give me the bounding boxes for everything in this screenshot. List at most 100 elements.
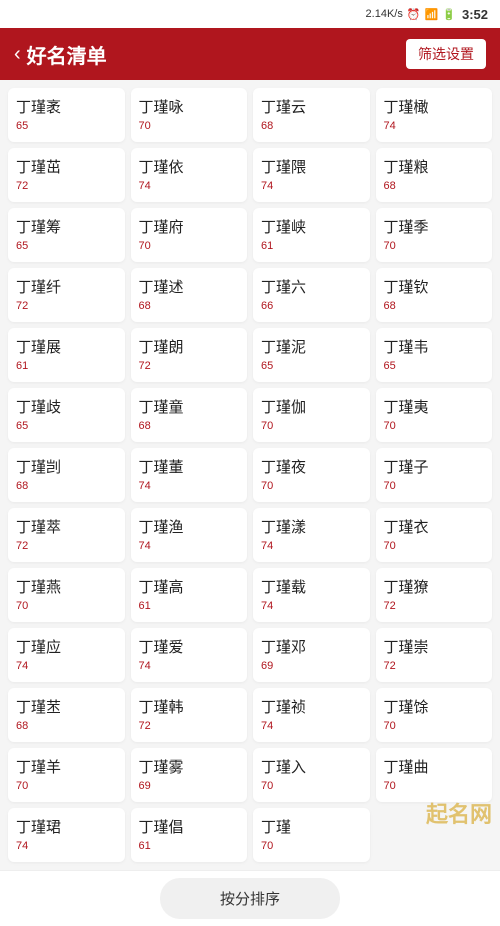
list-item[interactable]: 丁瑾季 70 (376, 208, 493, 262)
name-score: 65 (261, 360, 273, 372)
filter-settings-button[interactable]: 筛选设置 (406, 39, 486, 69)
name-score: 61 (139, 600, 151, 612)
name-text: 丁瑾咏 (139, 98, 184, 118)
list-item[interactable]: 丁瑾童68 (131, 388, 248, 442)
list-item[interactable]: 丁瑾夜70 (253, 448, 370, 502)
name-score: 70 (384, 240, 396, 252)
list-item[interactable]: 丁瑾衣70 (376, 508, 493, 562)
list-item[interactable]: 丁瑾邓69 (253, 628, 370, 682)
list-item[interactable]: 丁瑾云68 (253, 88, 370, 142)
list-item[interactable]: 丁瑾子70 (376, 448, 493, 502)
name-score: 74 (261, 180, 273, 192)
list-item[interactable]: 丁瑾韩72 (131, 688, 248, 742)
list-item[interactable]: 丁瑾夷70 (376, 388, 493, 442)
name-text: 丁瑾隈 (261, 158, 306, 178)
list-item[interactable]: 丁瑾述68 (131, 268, 248, 322)
list-item[interactable]: 丁瑾獠72 (376, 568, 493, 622)
list-item[interactable]: 丁瑾倡61 (131, 808, 248, 862)
name-score: 72 (139, 720, 151, 732)
name-score: 70 (139, 240, 151, 252)
name-text: 丁瑾苤 (16, 698, 61, 718)
page-title: 好名清单 (27, 40, 107, 69)
list-item[interactable]: 丁瑾曲70 (376, 748, 493, 802)
list-item[interactable]: 丁瑾高61 (131, 568, 248, 622)
list-item[interactable]: 丁瑾伽70 (253, 388, 370, 442)
list-item[interactable]: 丁瑾纤72 (8, 268, 125, 322)
name-text: 丁瑾雾 (139, 758, 184, 778)
sort-button[interactable]: 按分排序 (160, 878, 340, 919)
list-item[interactable]: 丁瑾歧65 (8, 388, 125, 442)
list-item[interactable]: 丁瑾筹 65 (8, 208, 125, 262)
list-item[interactable]: 丁瑾茁72 (8, 148, 125, 202)
name-text: 丁瑾朗 (139, 338, 184, 358)
list-item[interactable]: 丁瑾韦65 (376, 328, 493, 382)
status-bar: 2.14K/s ⏰ 📶 🔋 3:52 (0, 0, 500, 28)
list-item[interactable]: 丁瑾萃72 (8, 508, 125, 562)
speed-text: 2.14K/s (366, 8, 403, 20)
list-item[interactable]: 丁瑾爱 74 (131, 628, 248, 682)
list-item[interactable]: 丁瑾展61 (8, 328, 125, 382)
time-display: 3:52 (462, 7, 488, 22)
list-item[interactable]: 丁瑾应74 (8, 628, 125, 682)
list-item[interactable]: 丁瑾羊70 (8, 748, 125, 802)
name-text: 丁瑾剀 (16, 458, 61, 478)
list-item[interactable]: 丁瑾隈 74 (253, 148, 370, 202)
name-text: 丁瑾倡 (139, 818, 184, 838)
list-item[interactable]: 丁瑾珺74 (8, 808, 125, 862)
list-item[interactable]: 丁瑾府70 (131, 208, 248, 262)
list-item[interactable]: 丁瑾钦68 (376, 268, 493, 322)
name-text: 丁瑾筹 (16, 218, 61, 238)
name-text: 丁瑾渔 (139, 518, 184, 538)
list-item[interactable]: 丁瑾漾74 (253, 508, 370, 562)
name-text: 丁瑾入 (261, 758, 306, 778)
list-item[interactable]: 丁瑾70 (253, 808, 370, 862)
name-score: 70 (384, 480, 396, 492)
name-text: 丁瑾燕 (16, 578, 61, 598)
list-item[interactable]: 丁瑾董74 (131, 448, 248, 502)
name-score: 68 (16, 720, 28, 732)
name-text: 丁瑾祯 (261, 698, 306, 718)
list-item[interactable]: 丁瑾粮68 (376, 148, 493, 202)
list-item[interactable]: 丁瑾六66 (253, 268, 370, 322)
back-button[interactable]: ‹ (14, 43, 21, 66)
list-item[interactable]: 丁瑾依74 (131, 148, 248, 202)
list-item[interactable]: 丁瑾峡61 (253, 208, 370, 262)
name-text: 丁瑾邓 (261, 638, 306, 658)
list-item[interactable]: 丁瑾橄74 (376, 88, 493, 142)
list-item[interactable]: 丁瑾泥 65 (253, 328, 370, 382)
list-item[interactable]: 丁瑾剀 68 (8, 448, 125, 502)
name-score: 65 (16, 120, 28, 132)
name-text: 丁瑾爱 (139, 638, 184, 658)
name-score: 74 (261, 600, 273, 612)
list-item[interactable]: 丁瑾馀70 (376, 688, 493, 742)
name-score: 65 (16, 420, 28, 432)
header: ‹ 好名清单 筛选设置 (0, 28, 500, 80)
list-item[interactable]: 丁瑾渔74 (131, 508, 248, 562)
list-item[interactable]: 丁瑾苤 68 (8, 688, 125, 742)
name-score: 68 (139, 420, 151, 432)
name-score: 65 (16, 240, 28, 252)
list-item[interactable]: 丁瑾咏 70 (131, 88, 248, 142)
name-text: 丁瑾季 (384, 218, 429, 238)
list-item[interactable]: 丁瑾袤65 (8, 88, 125, 142)
name-score: 72 (16, 180, 28, 192)
list-item[interactable]: 丁瑾燕70 (8, 568, 125, 622)
name-score: 74 (139, 660, 151, 672)
name-score: 72 (139, 360, 151, 372)
list-item[interactable]: 丁瑾载74 (253, 568, 370, 622)
name-text: 丁瑾展 (16, 338, 61, 358)
name-text: 丁瑾泥 (261, 338, 306, 358)
name-score: 70 (139, 120, 151, 132)
list-item[interactable]: 丁瑾雾69 (131, 748, 248, 802)
name-score: 70 (261, 480, 273, 492)
name-score: 70 (384, 420, 396, 432)
list-item[interactable]: 丁瑾崇72 (376, 628, 493, 682)
list-item[interactable]: 丁瑾祯74 (253, 688, 370, 742)
name-score: 68 (16, 480, 28, 492)
name-text: 丁瑾曲 (384, 758, 429, 778)
list-item[interactable]: 丁瑾入70 (253, 748, 370, 802)
list-item[interactable]: 丁瑾朗 72 (131, 328, 248, 382)
name-score: 74 (139, 180, 151, 192)
name-text: 丁瑾衣 (384, 518, 429, 538)
name-score: 72 (384, 660, 396, 672)
